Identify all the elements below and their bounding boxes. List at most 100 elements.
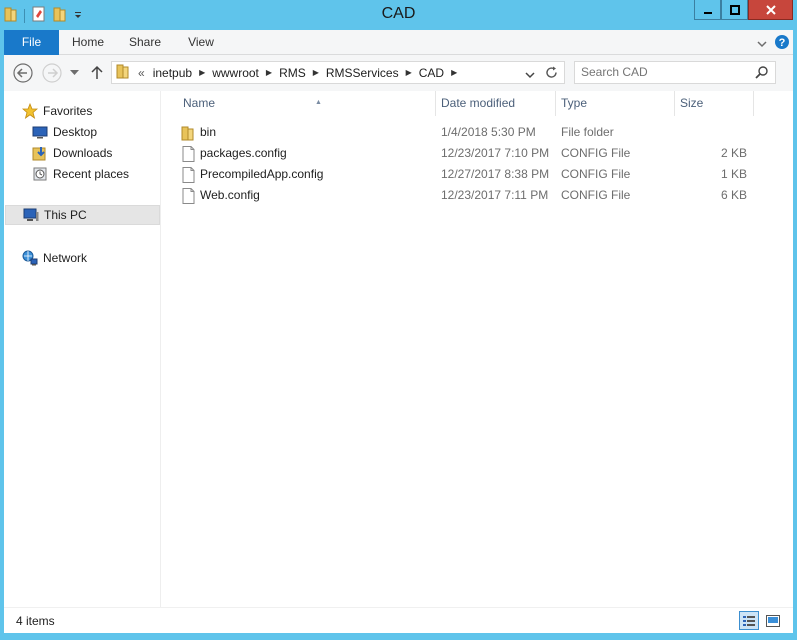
- column-header-type[interactable]: Type: [556, 91, 675, 116]
- network-icon: [22, 250, 38, 266]
- navigation-pane: Favorites Desktop Downloads Recent place…: [4, 91, 161, 607]
- sidebar-item-label: Network: [43, 251, 88, 265]
- sort-ascending-icon: ▲: [315, 99, 322, 106]
- search-icon[interactable]: [755, 66, 768, 82]
- folder-icon: [180, 125, 196, 141]
- tab-file[interactable]: File: [4, 30, 59, 55]
- file-size: [675, 122, 747, 143]
- search-input[interactable]: [581, 65, 751, 79]
- details-view-icon: [743, 615, 755, 626]
- window-controls: [694, 0, 793, 20]
- file-date: 12/23/2017 7:10 PM: [441, 146, 550, 160]
- folder-icon: [112, 63, 134, 82]
- chevron-right-icon[interactable]: ▶: [403, 68, 415, 77]
- breadcrumb-cad[interactable]: CAD: [415, 66, 448, 80]
- file-name-cell: PrecompiledApp.config: [180, 164, 430, 185]
- expand-ribbon-icon[interactable]: [757, 37, 767, 51]
- back-button[interactable]: [12, 62, 34, 84]
- sidebar-item-label: Recent places: [53, 167, 130, 181]
- help-icon[interactable]: ?: [775, 35, 789, 52]
- file-size: 6 KB: [720, 188, 747, 202]
- file-date: 12/27/2017 8:38 PM: [441, 167, 550, 181]
- star-icon: [22, 103, 38, 119]
- forward-button[interactable]: [41, 62, 63, 84]
- file-icon: [180, 145, 196, 162]
- sidebar-item-network[interactable]: Network: [22, 248, 87, 268]
- ribbon-tabs: File Home Share View ?: [4, 30, 793, 55]
- file-name-cell: packages.config: [180, 143, 430, 164]
- file-icon: [180, 166, 196, 183]
- file-size: 1 KB: [720, 167, 747, 181]
- file-list: Name ▲ Date modified Type Size bin 1/4/2…: [162, 91, 793, 607]
- file-name: PrecompiledApp.config: [200, 167, 324, 181]
- sidebar-item-desktop[interactable]: Desktop: [32, 122, 97, 142]
- column-header-name[interactable]: Name ▲: [178, 91, 436, 116]
- file-row[interactable]: bin 1/4/2018 5:30 PM File folder: [162, 122, 793, 143]
- search-box[interactable]: [574, 61, 776, 84]
- chevron-right-icon[interactable]: ▶: [310, 68, 322, 77]
- title-bar: CAD: [0, 0, 797, 30]
- chevron-right-icon[interactable]: ▶: [448, 68, 460, 77]
- file-icon: [180, 187, 196, 204]
- file-name: packages.config: [200, 146, 287, 160]
- file-row[interactable]: packages.config 12/23/2017 7:10 PM CONFI…: [162, 143, 793, 164]
- explorer-window: CAD File Home Share View ? « inetpub ▶ w…: [0, 0, 797, 640]
- close-button[interactable]: [748, 0, 793, 20]
- breadcrumb-inetpub[interactable]: inetpub: [149, 66, 196, 80]
- tab-view[interactable]: View: [180, 30, 222, 55]
- breadcrumb-rmsservices[interactable]: RMSServices: [322, 66, 403, 80]
- window-title: CAD: [381, 5, 416, 22]
- status-bar: 4 items: [4, 607, 793, 633]
- computer-icon: [23, 207, 39, 223]
- minimize-button[interactable]: [694, 0, 721, 20]
- file-name-cell: bin: [180, 122, 430, 143]
- main-area: Favorites Desktop Downloads Recent place…: [4, 91, 793, 607]
- file-name-cell: Web.config: [180, 185, 430, 206]
- tab-home[interactable]: Home: [66, 30, 110, 55]
- svg-text:?: ?: [779, 37, 786, 49]
- sidebar-item-downloads[interactable]: Downloads: [32, 143, 112, 163]
- file-type: File folder: [561, 125, 614, 139]
- recent-locations-button[interactable]: [68, 67, 80, 79]
- column-header-date[interactable]: Date modified: [436, 91, 556, 116]
- sidebar-item-label: This PC: [44, 208, 87, 222]
- sidebar-item-recent-places[interactable]: Recent places: [32, 164, 129, 184]
- sidebar-item-this-pc[interactable]: This PC: [5, 205, 160, 225]
- column-header-size[interactable]: Size: [675, 91, 754, 116]
- details-view-button[interactable]: [739, 611, 759, 630]
- ribbon-controls: ?: [757, 35, 789, 52]
- large-icons-view-icon: [766, 614, 780, 627]
- item-count: 4 items: [16, 614, 55, 628]
- address-bar[interactable]: « inetpub ▶ wwwroot ▶ RMS ▶ RMSServices …: [111, 61, 565, 84]
- breadcrumb-overflow[interactable]: «: [134, 66, 149, 80]
- breadcrumb-rms[interactable]: RMS: [275, 66, 310, 80]
- refresh-icon[interactable]: [545, 66, 558, 82]
- large-icons-view-button[interactable]: [763, 611, 783, 630]
- sidebar-item-favorites[interactable]: Favorites: [22, 101, 92, 121]
- file-date: 12/23/2017 7:11 PM: [441, 188, 549, 202]
- file-type: CONFIG File: [561, 188, 631, 202]
- recent-places-icon: [32, 166, 48, 182]
- address-history-icon[interactable]: [525, 68, 535, 82]
- breadcrumb-wwwroot[interactable]: wwwroot: [208, 66, 263, 80]
- up-button[interactable]: [89, 63, 105, 81]
- file-type: CONFIG File: [561, 146, 631, 160]
- chevron-right-icon[interactable]: ▶: [263, 68, 275, 77]
- downloads-icon: [32, 145, 48, 161]
- navigation-bar: « inetpub ▶ wwwroot ▶ RMS ▶ RMSServices …: [4, 55, 793, 91]
- file-type: CONFIG File: [561, 167, 631, 181]
- sidebar-item-label: Downloads: [53, 146, 113, 160]
- sidebar-item-label: Favorites: [43, 104, 93, 118]
- maximize-button[interactable]: [721, 0, 748, 20]
- breadcrumb: « inetpub ▶ wwwroot ▶ RMS ▶ RMSServices …: [112, 62, 460, 83]
- file-date: 1/4/2018 5:30 PM: [441, 125, 536, 139]
- file-name: bin: [200, 125, 217, 139]
- tab-share[interactable]: Share: [122, 30, 168, 55]
- file-name: Web.config: [200, 188, 260, 202]
- chevron-right-icon[interactable]: ▶: [196, 68, 208, 77]
- file-row[interactable]: PrecompiledApp.config 12/27/2017 8:38 PM…: [162, 164, 793, 185]
- file-row[interactable]: Web.config 12/23/2017 7:11 PM CONFIG Fil…: [162, 185, 793, 206]
- sidebar-item-label: Desktop: [53, 125, 98, 139]
- desktop-icon: [32, 124, 48, 140]
- file-size: 2 KB: [720, 146, 747, 160]
